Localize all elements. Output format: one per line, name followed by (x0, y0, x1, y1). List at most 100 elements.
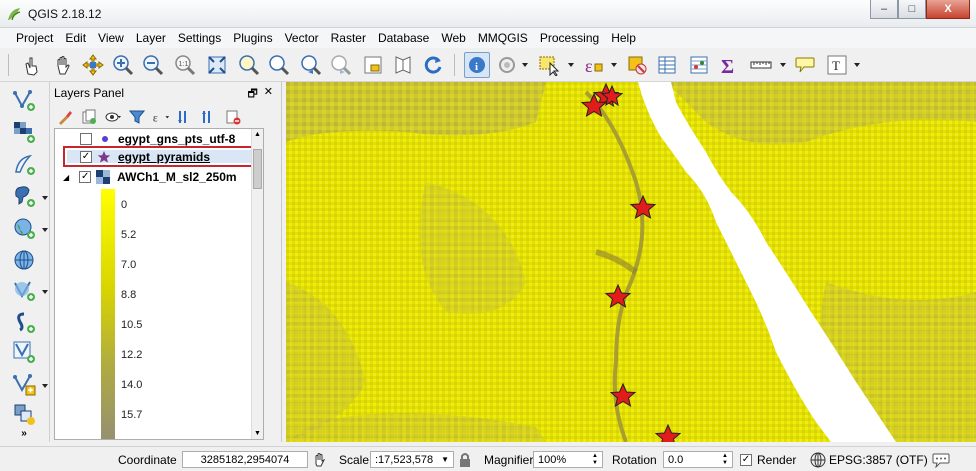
touch-zoom-pan-icon[interactable] (18, 52, 44, 78)
chevron-down-icon[interactable]: ▼ (441, 455, 449, 464)
chevron-down-icon[interactable] (42, 228, 48, 232)
undock-panel-icon[interactable]: 🗗 (247, 85, 257, 104)
menu-layer[interactable]: Layer (130, 28, 172, 48)
menu-project[interactable]: Project (10, 28, 59, 48)
messages-icon[interactable] (932, 451, 950, 468)
menu-database[interactable]: Database (372, 28, 435, 48)
chevron-down-icon[interactable] (42, 384, 48, 388)
coordinate-field[interactable]: 3285182,2954074 (182, 451, 308, 468)
add-wfs-layer-icon[interactable] (10, 276, 38, 304)
scroll-down-icon[interactable]: ▼ (254, 430, 261, 437)
pan-map-icon[interactable] (50, 52, 76, 78)
layer-visibility-checkbox[interactable] (80, 133, 92, 145)
chevron-down-icon[interactable] (611, 63, 617, 67)
add-wcs-layer-icon[interactable] (10, 246, 38, 274)
layer-row-egypt-pyramids[interactable]: ✓ egypt_pyramids (55, 148, 263, 166)
add-oracle-layer-icon[interactable] (10, 400, 38, 428)
menu-view[interactable]: View (92, 28, 130, 48)
add-spatialite-layer-icon[interactable] (10, 150, 38, 178)
layer-tree-scrollbar[interactable]: ▲ ▼ (251, 129, 263, 439)
spin-arrows-icon[interactable]: ▲ ▼ (722, 453, 728, 467)
magnifier-spinbox[interactable]: 100% ▲ ▼ (533, 451, 603, 468)
maximize-button[interactable]: □ (898, 0, 926, 19)
layer-visibility-checkbox[interactable]: ✓ (79, 171, 92, 183)
more-tools-chevron-icon[interactable]: » (10, 426, 38, 440)
scroll-up-icon[interactable]: ▲ (254, 131, 261, 138)
minimize-button[interactable]: – (870, 0, 898, 19)
pan-to-selection-icon[interactable] (80, 52, 106, 78)
layer-visibility-checkbox[interactable]: ✓ (80, 151, 92, 163)
zoom-to-layer-icon[interactable] (266, 52, 292, 78)
field-calculator-icon[interactable] (686, 52, 712, 78)
select-by-expression-icon[interactable]: ε (580, 52, 606, 78)
add-virtual-layer-icon[interactable] (10, 338, 38, 366)
chevron-down-icon[interactable] (854, 63, 860, 67)
add-vector-layer-icon[interactable] (10, 86, 38, 114)
zoom-next-icon[interactable] (328, 52, 354, 78)
menu-raster[interactable]: Raster (325, 28, 372, 48)
map-canvas[interactable] (286, 82, 976, 442)
toggle-extents-icon[interactable] (312, 451, 328, 468)
rotation-spinbox[interactable]: 0.0 ▲ ▼ (663, 451, 733, 468)
spin-arrows-icon[interactable]: ▲ ▼ (592, 453, 598, 467)
close-button[interactable]: X (926, 0, 970, 19)
filter-by-expression-icon[interactable]: ε (152, 108, 170, 126)
lock-scale-icon[interactable] (458, 451, 472, 468)
add-wms-layer-icon[interactable] (10, 214, 38, 242)
menu-processing[interactable]: Processing (534, 28, 605, 48)
crs-globe-icon[interactable] (810, 451, 826, 468)
menu-web[interactable]: Web (435, 28, 471, 48)
statistical-summary-icon[interactable]: Σ (716, 52, 742, 78)
filter-legend-icon[interactable] (128, 108, 146, 126)
zoom-native-resolution-icon[interactable]: 1:1 (172, 52, 198, 78)
zoom-full-icon[interactable] (204, 52, 230, 78)
identify-features-icon[interactable]: i (464, 52, 490, 78)
zoom-last-icon[interactable] (298, 52, 324, 78)
menu-mmqgis[interactable]: MMQGIS (472, 28, 534, 48)
menu-plugins[interactable]: Plugins (227, 28, 278, 48)
collapse-all-icon[interactable] (200, 108, 218, 126)
chevron-down-icon[interactable] (42, 196, 48, 200)
attribute-table-icon[interactable] (654, 52, 680, 78)
scrollbar-thumb[interactable] (253, 149, 262, 189)
refresh-icon[interactable] (420, 52, 446, 78)
remove-layer-icon[interactable] (224, 108, 242, 126)
deselect-all-icon[interactable] (624, 52, 650, 78)
text-annotation-icon[interactable]: T (824, 52, 850, 78)
chevron-down-icon[interactable] (522, 63, 528, 67)
add-postgis-layer-icon[interactable] (10, 182, 38, 210)
manage-map-themes-icon[interactable] (104, 108, 122, 126)
panel-title: Layers Panel (54, 86, 125, 100)
chevron-down-icon[interactable] (780, 63, 786, 67)
new-bookmark-icon[interactable] (390, 52, 416, 78)
menu-edit[interactable]: Edit (59, 28, 92, 48)
map-render[interactable] (286, 82, 976, 442)
close-panel-icon[interactable]: ✕ (264, 85, 273, 104)
zoom-out-icon[interactable] (140, 52, 166, 78)
menu-settings[interactable]: Settings (172, 28, 227, 48)
new-map-view-icon[interactable] (360, 52, 386, 78)
add-group-icon[interactable] (80, 108, 98, 126)
zoom-in-icon[interactable] (110, 52, 136, 78)
expand-all-icon[interactable] (176, 108, 194, 126)
crs-status[interactable]: EPSG:3857 (OTF) (829, 451, 928, 468)
run-feature-action-icon[interactable] (494, 52, 520, 78)
add-raster-layer-icon[interactable] (10, 118, 38, 146)
chevron-down-icon[interactable] (42, 290, 48, 294)
new-shapefile-layer-icon[interactable] (10, 370, 38, 398)
raster-layer-icon (96, 170, 111, 184)
zoom-to-selection-icon[interactable] (236, 52, 262, 78)
collapse-triangle-icon[interactable]: ◢ (63, 173, 69, 182)
render-checkbox-box[interactable]: ✓ (740, 453, 752, 466)
menu-help[interactable]: Help (605, 28, 642, 48)
render-checkbox[interactable]: ✓ (740, 451, 752, 468)
scale-combobox[interactable]: :17,523,578 ▼ (370, 451, 454, 468)
layer-row-awch1-raster[interactable]: ◢ ✓ AWCh1_M_sl2_250m (55, 168, 263, 186)
measure-line-icon[interactable] (748, 52, 774, 78)
chevron-down-icon[interactable] (568, 63, 574, 67)
menu-vector[interactable]: Vector (279, 28, 325, 48)
select-features-icon[interactable] (536, 52, 562, 78)
map-tips-icon[interactable] (792, 52, 818, 78)
add-delimited-text-layer-icon[interactable] (10, 308, 38, 336)
open-layer-styling-icon[interactable] (56, 108, 74, 126)
